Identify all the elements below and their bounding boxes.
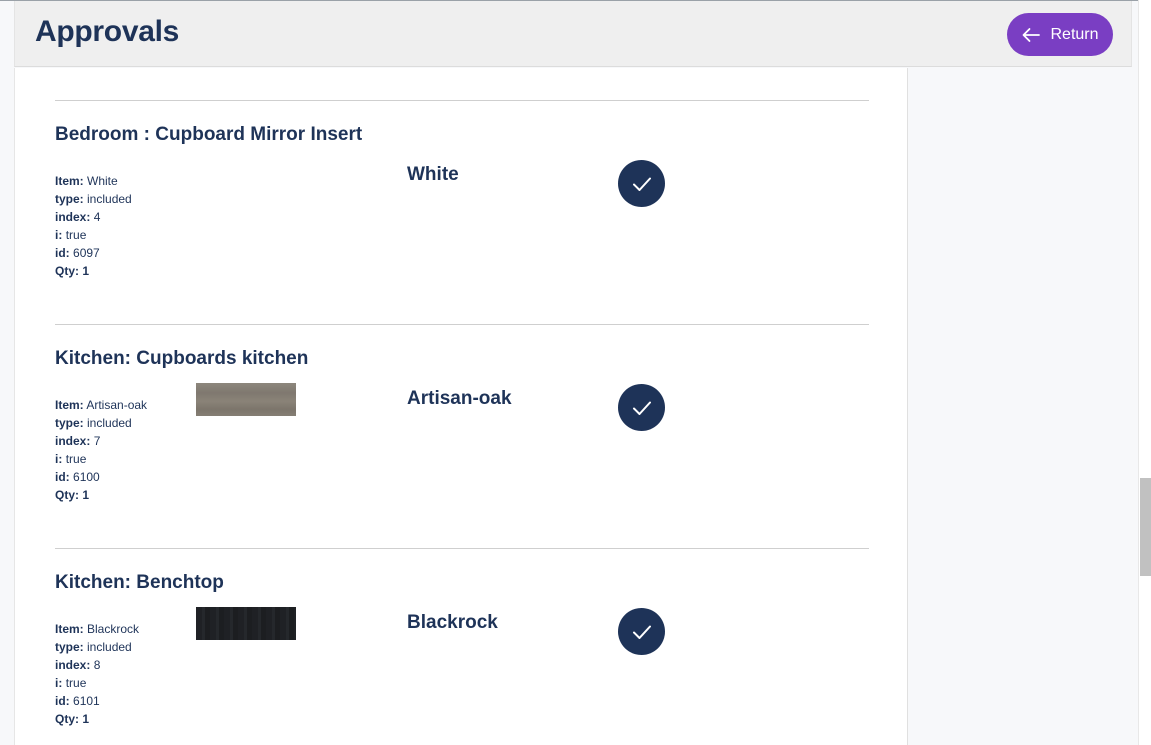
approve-button[interactable] xyxy=(618,160,665,207)
divider xyxy=(55,324,869,325)
detail-type: type: included xyxy=(55,192,132,206)
header-bar: Approvals Return xyxy=(14,1,1132,67)
page: Approvals Return Bedroom : Cupboard Mirr… xyxy=(0,0,1151,745)
approval-item: Kitchen: Cupboards kitchen Item: Artisan… xyxy=(55,348,869,548)
detail-index: index: 7 xyxy=(55,434,101,448)
detail-i: i: true xyxy=(55,452,87,466)
detail-id: id: 6100 xyxy=(55,470,100,484)
detail-type: type: included xyxy=(55,640,132,654)
detail-i: i: true xyxy=(55,228,87,242)
detail-i: i: true xyxy=(55,676,87,690)
check-icon xyxy=(632,625,651,639)
detail-id: id: 6097 xyxy=(55,246,100,260)
detail-index: index: 4 xyxy=(55,210,101,224)
detail-id: id: 6101 xyxy=(55,694,100,708)
check-icon xyxy=(632,401,651,415)
detail-type: type: included xyxy=(55,416,132,430)
scrollbar[interactable] xyxy=(1138,0,1151,745)
detail-item: Item: White xyxy=(55,174,118,188)
selected-option: Artisan-oak xyxy=(407,388,512,409)
blackrock-swatch xyxy=(196,607,296,640)
detail-index: index: 8 xyxy=(55,658,101,672)
item-details: Item: White type: included index: 4 i: t… xyxy=(55,172,132,280)
detail-item: Item: Blackrock xyxy=(55,622,140,636)
return-label: Return xyxy=(1050,25,1099,43)
detail-qty: Qty: 1 xyxy=(55,264,90,278)
page-title: Approvals xyxy=(35,15,180,48)
item-details: Item: Blackrock type: included index: 8 … xyxy=(55,620,139,728)
selected-option: White xyxy=(407,164,459,185)
item-title: Bedroom : Cupboard Mirror Insert xyxy=(55,124,363,145)
scrollbar-thumb[interactable] xyxy=(1140,478,1151,576)
divider xyxy=(55,548,869,549)
approval-item: Kitchen: Benchtop Item: Blackrock type: … xyxy=(55,572,869,745)
approve-button[interactable] xyxy=(618,608,665,655)
selected-option: Blackrock xyxy=(407,612,498,633)
check-icon xyxy=(632,177,651,191)
item-title: Kitchen: Cupboards kitchen xyxy=(55,348,309,369)
detail-qty: Qty: 1 xyxy=(55,488,90,502)
detail-qty: Qty: 1 xyxy=(55,712,90,726)
artisan-oak-swatch xyxy=(196,383,296,416)
arrow-left-icon xyxy=(1023,27,1041,42)
item-title: Kitchen: Benchtop xyxy=(55,572,224,593)
approvals-list: Bedroom : Cupboard Mirror Insert Item: W… xyxy=(14,68,908,745)
return-button[interactable]: Return xyxy=(1007,13,1113,56)
approval-item: Bedroom : Cupboard Mirror Insert Item: W… xyxy=(55,124,869,324)
approve-button[interactable] xyxy=(618,384,665,431)
item-details: Item: Artisan-oak type: included index: … xyxy=(55,396,147,504)
detail-item: Item: Artisan-oak xyxy=(55,398,148,412)
side-panel xyxy=(908,68,1138,745)
divider xyxy=(55,100,869,101)
